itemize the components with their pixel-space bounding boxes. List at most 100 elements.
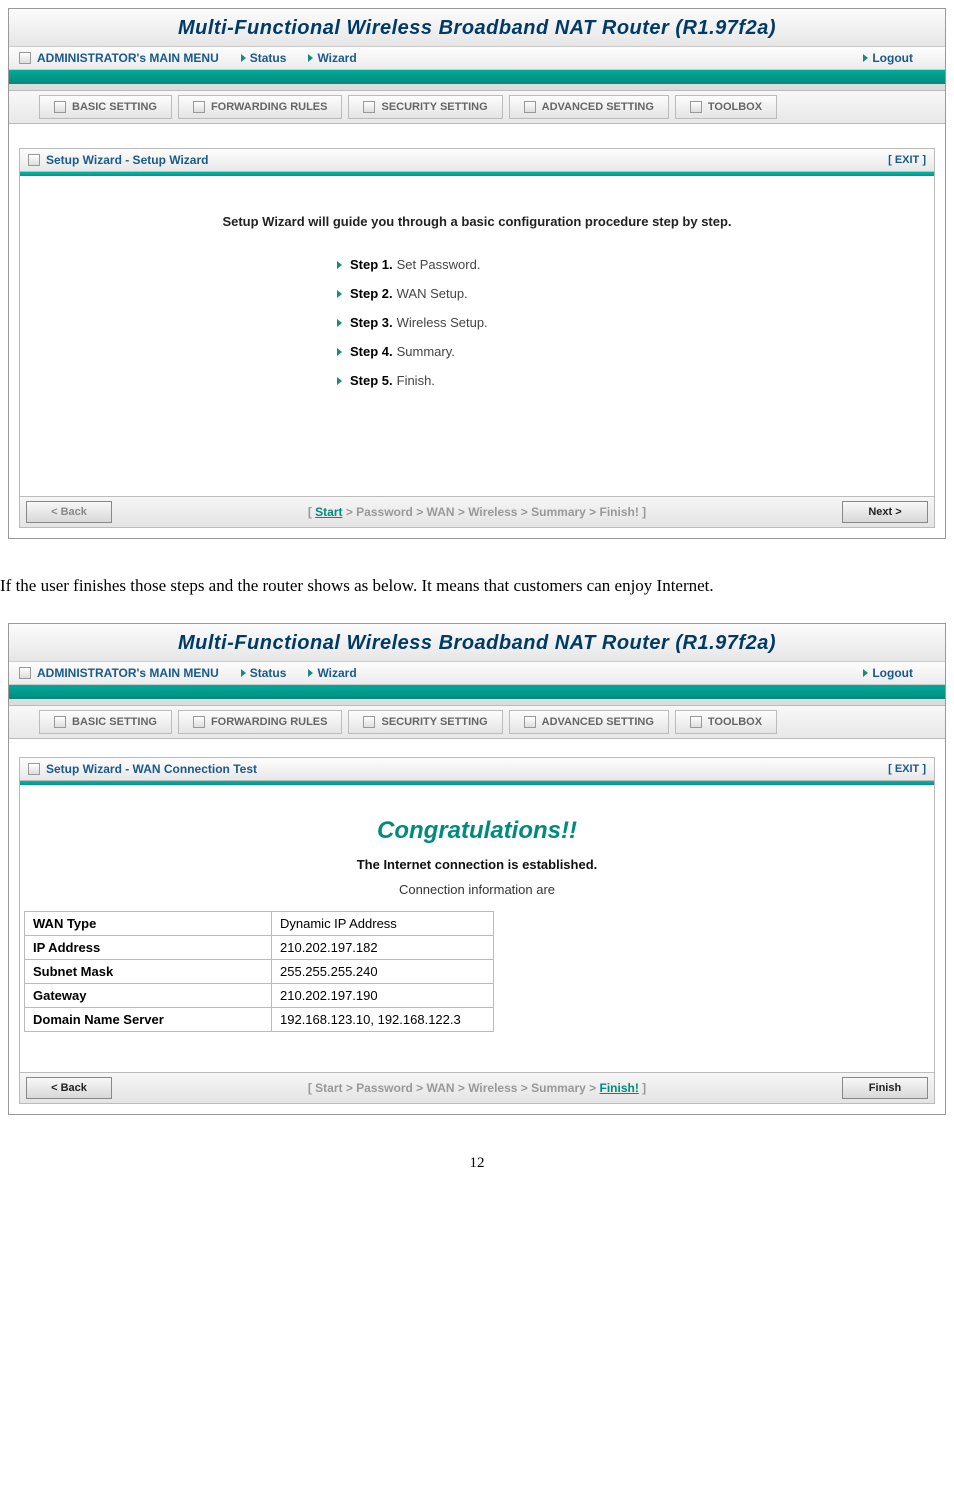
- square-icon: [690, 716, 702, 728]
- step-label: Step 2.: [350, 286, 393, 301]
- panel-title-text: Setup Wizard - Setup Wizard: [46, 153, 208, 167]
- crumb-suffix: ]: [639, 1081, 646, 1095]
- back-button: < Back: [26, 501, 112, 523]
- nav-status[interactable]: Status: [241, 51, 287, 65]
- panel-title-text: Setup Wizard - WAN Connection Test: [46, 762, 257, 776]
- square-icon: [524, 716, 536, 728]
- step-row: Step 2.WAN Setup.: [337, 286, 617, 301]
- tab-label: ADVANCED SETTING: [542, 101, 654, 113]
- table-value: 210.202.197.190: [272, 984, 494, 1008]
- chevron-right-icon: [337, 290, 342, 298]
- step-label: Step 4.: [350, 344, 393, 359]
- chevron-right-icon: [241, 669, 246, 677]
- gray-strip: [9, 84, 945, 91]
- tab-label: FORWARDING RULES: [211, 716, 328, 728]
- tab-label: TOOLBOX: [708, 716, 762, 728]
- table-value: 210.202.197.182: [272, 936, 494, 960]
- admin-main-label: ADMINISTRATOR's MAIN MENU: [37, 51, 219, 65]
- crumb-active[interactable]: Finish!: [600, 1081, 639, 1095]
- chevron-right-icon: [337, 348, 342, 356]
- chevron-right-icon: [337, 261, 342, 269]
- tab-security-setting[interactable]: SECURITY SETTING: [348, 710, 502, 734]
- crumb-prefix: [ Start > Password > WAN > Wireless > Su…: [308, 1081, 600, 1095]
- chevron-right-icon: [308, 54, 313, 62]
- admin-menu-bar: ADMINISTRATOR's MAIN MENU Status Wizard …: [9, 47, 945, 70]
- nav-wizard[interactable]: Wizard: [308, 666, 356, 680]
- step-row: Step 5.Finish.: [337, 373, 617, 388]
- wizard-footer: < Back [ Start > Password > WAN > Wirele…: [20, 1072, 934, 1103]
- congratulations-heading: Congratulations!!: [24, 817, 930, 845]
- next-button[interactable]: Next >: [842, 501, 928, 523]
- step-row: Step 1.Set Password.: [337, 257, 617, 272]
- admin-menu-bar: ADMINISTRATOR's MAIN MENU Status Wizard …: [9, 662, 945, 685]
- router-screenshot-1: Multi-Functional Wireless Broadband NAT …: [8, 8, 946, 539]
- table-row: WAN TypeDynamic IP Address: [25, 912, 494, 936]
- breadcrumb: [ Start > Password > WAN > Wireless > Su…: [112, 505, 842, 519]
- tab-label: ADVANCED SETTING: [542, 716, 654, 728]
- tab-label: SECURITY SETTING: [381, 101, 487, 113]
- title-bar: Multi-Functional Wireless Broadband NAT …: [9, 624, 945, 662]
- square-icon: [54, 101, 66, 113]
- panel-header: Setup Wizard - Setup Wizard [ EXIT ]: [20, 149, 934, 172]
- step-row: Step 3.Wireless Setup.: [337, 315, 617, 330]
- step-label: Step 5.: [350, 373, 393, 388]
- admin-main-menu[interactable]: ADMINISTRATOR's MAIN MENU: [19, 666, 219, 680]
- exit-link[interactable]: [ EXIT ]: [888, 763, 926, 775]
- router-title: Multi-Functional Wireless Broadband NAT …: [178, 632, 776, 654]
- back-button[interactable]: < Back: [26, 1077, 112, 1099]
- tab-advanced-setting[interactable]: ADVANCED SETTING: [509, 710, 669, 734]
- table-value: 255.255.255.240: [272, 960, 494, 984]
- panel-body: Congratulations!! The Internet connectio…: [20, 785, 934, 1072]
- tabs-row: BASIC SETTING FORWARDING RULES SECURITY …: [9, 91, 945, 124]
- table-row: Domain Name Server192.168.123.10, 192.16…: [25, 1008, 494, 1032]
- step-text: Summary.: [397, 344, 455, 359]
- connection-established-text: The Internet connection is established.: [24, 857, 930, 872]
- finish-button[interactable]: Finish: [842, 1077, 928, 1099]
- tab-forwarding-rules[interactable]: FORWARDING RULES: [178, 710, 343, 734]
- chevron-right-icon: [308, 669, 313, 677]
- crumb-active[interactable]: Start: [315, 505, 342, 519]
- nav-logout-label: Logout: [872, 51, 913, 65]
- exit-link[interactable]: [ EXIT ]: [888, 154, 926, 166]
- wizard-panel: Setup Wizard - Setup Wizard [ EXIT ] Set…: [19, 148, 935, 528]
- tab-forwarding-rules[interactable]: FORWARDING RULES: [178, 95, 343, 119]
- table-value: 192.168.123.10, 192.168.122.3: [272, 1008, 494, 1032]
- tab-label: BASIC SETTING: [72, 101, 157, 113]
- admin-main-menu[interactable]: ADMINISTRATOR's MAIN MENU: [19, 51, 219, 65]
- chevron-right-icon: [337, 377, 342, 385]
- step-label: Step 3.: [350, 315, 393, 330]
- gray-strip: [9, 699, 945, 706]
- table-key: Gateway: [25, 984, 272, 1008]
- tab-security-setting[interactable]: SECURITY SETTING: [348, 95, 502, 119]
- nav-logout[interactable]: Logout: [863, 51, 913, 65]
- square-icon: [28, 154, 40, 166]
- nav-wizard-label: Wizard: [317, 51, 356, 65]
- tab-advanced-setting[interactable]: ADVANCED SETTING: [509, 95, 669, 119]
- step-text: Set Password.: [397, 257, 481, 272]
- nav-status[interactable]: Status: [241, 666, 287, 680]
- square-icon: [19, 667, 31, 679]
- tab-toolbox[interactable]: TOOLBOX: [675, 95, 777, 119]
- nav-wizard-label: Wizard: [317, 666, 356, 680]
- wizard-intro: Setup Wizard will guide you through a ba…: [40, 214, 914, 229]
- tab-label: FORWARDING RULES: [211, 101, 328, 113]
- nav-status-label: Status: [250, 666, 287, 680]
- nav-logout[interactable]: Logout: [863, 666, 913, 680]
- step-row: Step 4. Summary.: [337, 344, 617, 359]
- table-key: IP Address: [25, 936, 272, 960]
- table-key: WAN Type: [25, 912, 272, 936]
- chevron-right-icon: [337, 319, 342, 327]
- router-screenshot-2: Multi-Functional Wireless Broadband NAT …: [8, 623, 946, 1115]
- router-title: Multi-Functional Wireless Broadband NAT …: [178, 17, 776, 39]
- square-icon: [28, 763, 40, 775]
- tab-label: BASIC SETTING: [72, 716, 157, 728]
- panel-body: Setup Wizard will guide you through a ba…: [20, 176, 934, 496]
- wizard-footer: < Back [ Start > Password > WAN > Wirele…: [20, 496, 934, 527]
- tab-toolbox[interactable]: TOOLBOX: [675, 710, 777, 734]
- nav-wizard[interactable]: Wizard: [308, 51, 356, 65]
- tab-basic-setting[interactable]: BASIC SETTING: [39, 95, 172, 119]
- connection-info-table: WAN TypeDynamic IP Address IP Address210…: [24, 911, 494, 1032]
- table-row: Subnet Mask255.255.255.240: [25, 960, 494, 984]
- table-row: Gateway210.202.197.190: [25, 984, 494, 1008]
- tab-basic-setting[interactable]: BASIC SETTING: [39, 710, 172, 734]
